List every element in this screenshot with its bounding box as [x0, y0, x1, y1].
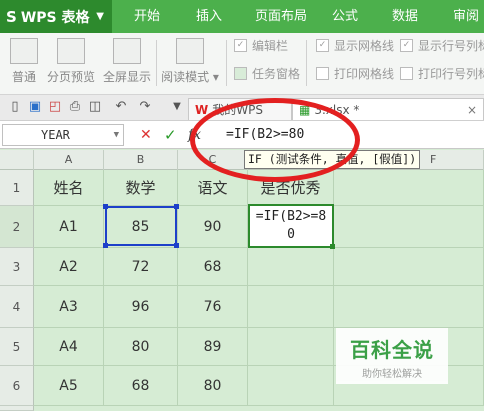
row-header-6[interactable]: 6: [0, 366, 34, 406]
task-pane-toggle[interactable]: 任务窗格: [234, 64, 300, 82]
reading-mode-button[interactable]: 阅读模式 ▾: [158, 36, 222, 92]
print-preview-icon[interactable]: ◫: [86, 98, 104, 116]
cell-a4[interactable]: A3: [34, 286, 104, 328]
normal-view-button[interactable]: 普通: [4, 36, 44, 92]
cell-c5[interactable]: 89: [178, 328, 248, 366]
cell-c6[interactable]: 80: [178, 366, 248, 406]
selection-handle[interactable]: [174, 204, 179, 209]
cell-a2[interactable]: A1: [34, 206, 104, 248]
new-file-icon[interactable]: ▯: [6, 98, 24, 116]
menu-formulas[interactable]: 公式: [322, 0, 368, 33]
show-headings-toggle[interactable]: ✓ 显示行号列标: [400, 36, 484, 54]
cell-c2[interactable]: 90: [178, 206, 248, 248]
reading-mode-icon: [176, 38, 204, 64]
cell-b1[interactable]: 数学: [104, 170, 178, 206]
menu-data[interactable]: 数据: [382, 0, 428, 33]
select-all-corner[interactable]: [0, 150, 34, 170]
show-gridlines-toggle[interactable]: ✓ 显示网格线: [316, 36, 394, 54]
checkbox-checked-icon: ✓: [316, 38, 329, 52]
page-break-icon: [57, 38, 85, 64]
redo-icon[interactable]: ↷: [136, 98, 154, 116]
undo-icon[interactable]: ↶: [112, 98, 130, 116]
ribbon-divider: [306, 40, 307, 86]
save-icon[interactable]: ▣: [26, 98, 44, 116]
cell-b4[interactable]: 96: [104, 286, 178, 328]
close-icon[interactable]: ×: [467, 103, 477, 117]
page-break-preview-button[interactable]: 分页预览: [44, 36, 98, 92]
menu-start[interactable]: 开始: [124, 0, 170, 33]
watermark-subtitle: 助你轻松解决: [362, 369, 422, 380]
name-box[interactable]: YEAR ▼: [2, 124, 124, 146]
cell-e1[interactable]: [334, 170, 484, 206]
cell-b5[interactable]: 80: [104, 328, 178, 366]
app-menu-button[interactable]: S WPS 表格 ▼: [0, 0, 112, 33]
row-header-3[interactable]: 3: [0, 248, 34, 286]
cell-c4[interactable]: 76: [178, 286, 248, 328]
selection-handle[interactable]: [103, 204, 108, 209]
chevron-down-icon[interactable]: ▼: [168, 98, 186, 116]
checkbox-checked-icon: ✓: [234, 38, 247, 52]
checkbox-icon: [234, 66, 247, 80]
column-header-a[interactable]: A: [34, 150, 104, 170]
cell-b3[interactable]: 72: [104, 248, 178, 286]
print-headings-toggle[interactable]: 打印行号列标: [400, 64, 484, 82]
cell-e2[interactable]: [334, 206, 484, 248]
formula-bar-toggle[interactable]: ✓ 编辑栏: [234, 36, 288, 54]
cell-a3[interactable]: A2: [34, 248, 104, 286]
checkbox-icon: [316, 66, 329, 80]
row-header-5[interactable]: 5: [0, 328, 34, 366]
selection-handle[interactable]: [174, 243, 179, 248]
cell-d4[interactable]: [248, 286, 334, 328]
row-header-7[interactable]: [0, 406, 34, 411]
cell-d2-editing[interactable]: =IF(B2>=8 0: [248, 204, 334, 248]
menu-page-layout[interactable]: 页面布局: [246, 0, 316, 33]
cell-d6[interactable]: [248, 366, 334, 406]
fill-handle[interactable]: [330, 244, 335, 249]
cell-reference-highlight: [105, 206, 177, 246]
row-header-4[interactable]: 4: [0, 286, 34, 328]
print-gridlines-toggle[interactable]: 打印网格线: [316, 64, 394, 82]
cell-e4[interactable]: [334, 286, 484, 328]
print-icon[interactable]: ⎙: [66, 98, 84, 116]
annotation-circle: [190, 98, 360, 182]
confirm-button[interactable]: ✓: [164, 124, 177, 146]
full-screen-button[interactable]: 全屏显示: [100, 36, 154, 92]
cancel-button[interactable]: ✕: [140, 124, 152, 146]
grid-icon: [10, 38, 38, 64]
chevron-down-icon[interactable]: ▼: [114, 125, 119, 145]
cell-a5[interactable]: A4: [34, 328, 104, 366]
ribbon-divider: [226, 40, 227, 86]
wps-logo-icon: S: [6, 7, 17, 26]
cell-a6[interactable]: A5: [34, 366, 104, 406]
watermark-title: 百科全说: [350, 338, 434, 362]
cell-a1[interactable]: 姓名: [34, 170, 104, 206]
row-header-2[interactable]: 2: [0, 206, 34, 248]
chevron-down-icon: ▼: [96, 11, 104, 22]
column-header-b[interactable]: B: [104, 150, 178, 170]
menu-review[interactable]: 审阅: [446, 0, 484, 33]
checkbox-icon: [400, 66, 413, 80]
cell-c3[interactable]: 68: [178, 248, 248, 286]
cell-b6[interactable]: 68: [104, 366, 178, 406]
row-header-1[interactable]: 1: [0, 170, 34, 206]
selection-handle[interactable]: [103, 243, 108, 248]
cell-d5[interactable]: [248, 328, 334, 366]
menu-insert[interactable]: 插入: [186, 0, 232, 33]
app-name: WPS 表格: [20, 9, 90, 26]
full-screen-icon: [113, 38, 141, 64]
checkbox-checked-icon: ✓: [400, 38, 413, 52]
cell-d3[interactable]: [248, 248, 334, 286]
export-pdf-icon[interactable]: ◰: [46, 98, 64, 116]
ribbon-divider: [156, 40, 157, 86]
cell-e3[interactable]: [334, 248, 484, 286]
watermark: 百科全说 助你轻松解决: [336, 328, 448, 384]
